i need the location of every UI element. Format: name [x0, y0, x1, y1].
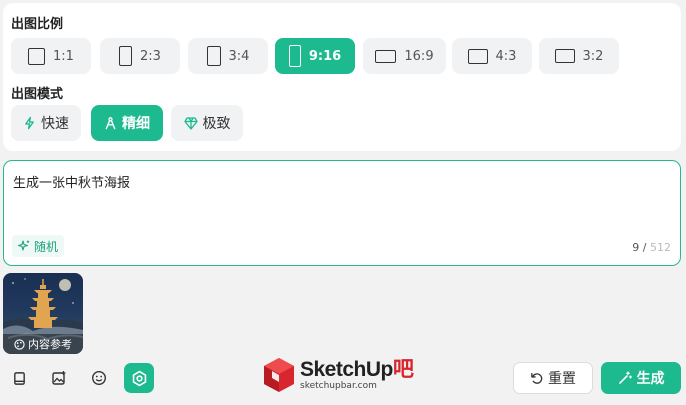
random-prompt-button[interactable]: 随机 — [12, 235, 65, 257]
ratio-label: 3:2 — [582, 48, 604, 64]
generate-button[interactable]: 生成 — [601, 362, 681, 394]
ratio-option-9-16[interactable]: 9:16 — [275, 38, 355, 74]
ratio-label: 3:4 — [228, 48, 250, 64]
mode-option-ultimate[interactable]: 极致 — [171, 105, 243, 141]
reset-button[interactable]: 重置 — [513, 362, 593, 394]
cube-logo-icon — [264, 358, 294, 392]
ratio-option-4-3[interactable]: 4:3 — [452, 38, 532, 74]
palette-icon — [14, 338, 25, 350]
magic-wand-icon — [618, 371, 632, 384]
style-tool-button[interactable] — [124, 363, 154, 393]
book-icon — [13, 371, 25, 385]
prompt-text: 生成一张中秋节海报 — [13, 176, 131, 191]
content-reference-thumbnail[interactable]: 内容参考 — [3, 273, 83, 354]
smiley-icon — [91, 370, 107, 386]
ratio-tall-icon — [288, 45, 301, 67]
reference-label: 内容参考 — [28, 338, 72, 351]
generate-label: 生成 — [636, 371, 665, 387]
ratio-label: 1:1 — [53, 48, 74, 64]
book-tool-button[interactable] — [4, 363, 34, 393]
undo-icon — [531, 372, 543, 384]
ratio-option-2-3[interactable]: 2:3 — [100, 38, 180, 74]
mode-label: 快速 — [41, 116, 69, 132]
prompt-textarea[interactable]: 生成一张中秋节海报 随机 9 / 512 — [3, 160, 681, 266]
logo-domain: sketchupbar.com — [300, 381, 377, 391]
mode-section-title: 出图模式 — [11, 87, 64, 102]
reset-label: 重置 — [548, 371, 576, 387]
logo-brand: SketchUp — [300, 358, 393, 381]
lightning-icon — [25, 116, 34, 130]
ratio-label: 4:3 — [495, 48, 517, 64]
ratio-option-3-4[interactable]: 3:4 — [188, 38, 268, 74]
style-icon — [132, 370, 146, 386]
ratio-portrait-icon — [206, 46, 221, 66]
emoji-tool-button[interactable] — [84, 363, 114, 393]
ratio-label: 16:9 — [404, 48, 434, 64]
diamond-icon — [183, 116, 198, 130]
sparkle-icon — [18, 240, 30, 251]
ratio-label: 2:3 — [140, 48, 161, 64]
ratio-landscape-icon — [467, 48, 488, 64]
ratio-wide-icon — [375, 49, 397, 63]
ratio-section-title: 出图比例 — [11, 17, 64, 32]
logo-main-text: SketchUp吧 — [300, 358, 414, 381]
ratio-option-1-1[interactable]: 1:1 — [11, 38, 91, 74]
char-max: 512 — [650, 241, 671, 254]
mode-option-fine[interactable]: 精细 — [91, 105, 163, 141]
sketchupbar-logo: SketchUp吧 sketchupbar.com — [262, 355, 414, 395]
char-counter: 9 / 512 — [632, 241, 671, 254]
logo-text: SketchUp吧 sketchupbar.com — [300, 358, 414, 391]
ratio-option-3-2[interactable]: 3:2 — [539, 38, 619, 74]
image-icon — [52, 371, 66, 385]
logo-suffix: 吧 — [392, 358, 414, 381]
char-separator: / — [639, 241, 650, 254]
ratio-label: 9:16 — [308, 48, 342, 64]
ratio-landscape-icon — [554, 49, 575, 63]
compass-icon — [105, 117, 116, 130]
ratio-option-16-9[interactable]: 16:9 — [363, 38, 446, 74]
image-tool-button[interactable] — [44, 363, 74, 393]
random-label: 随机 — [34, 239, 59, 254]
ratio-square-icon — [28, 47, 46, 65]
mode-label: 极致 — [202, 116, 231, 132]
ratio-portrait-icon — [119, 46, 133, 66]
mode-option-fast[interactable]: 快速 — [11, 105, 81, 141]
mode-label: 精细 — [122, 116, 150, 132]
reference-label-bar: 内容参考 — [3, 334, 83, 354]
